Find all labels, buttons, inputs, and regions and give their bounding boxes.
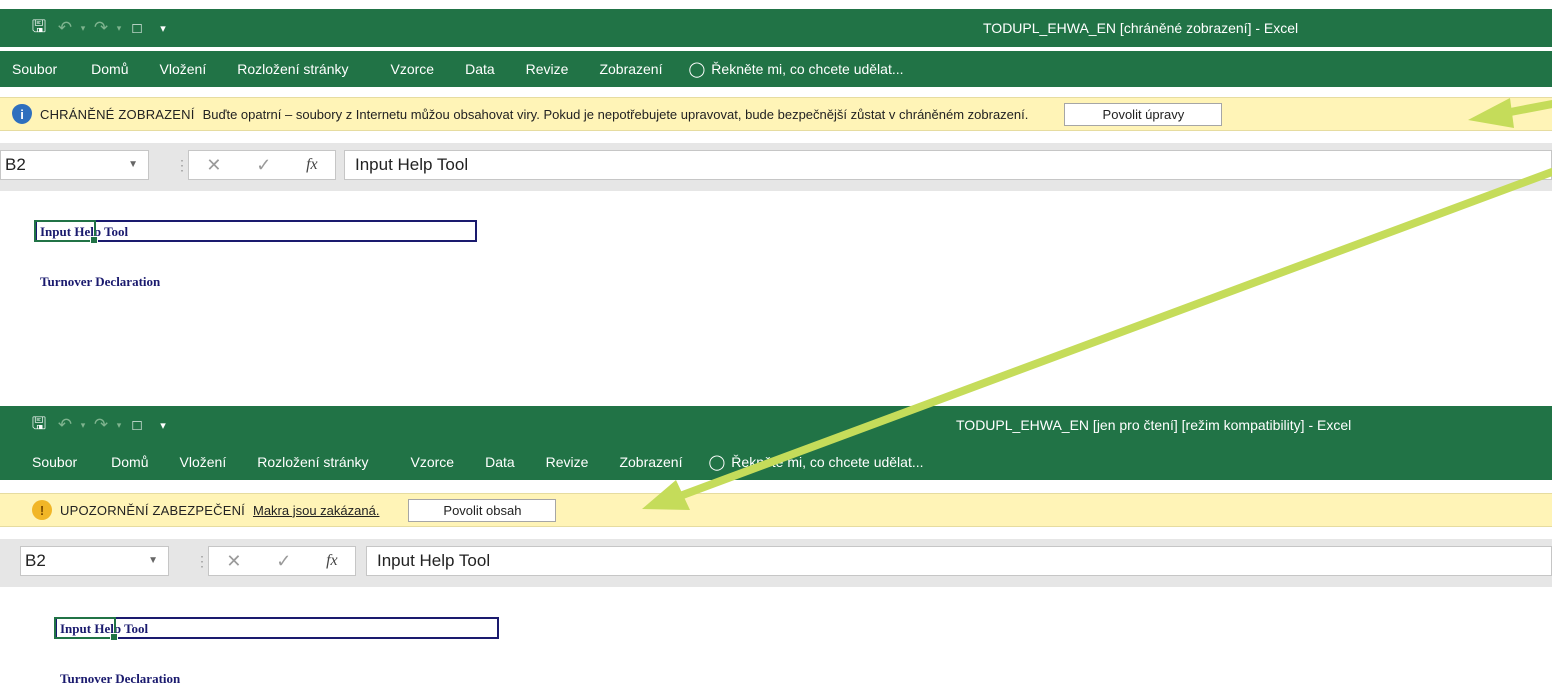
tab-file[interactable]: Soubor [12,61,57,77]
enable-content-button[interactable]: Povolit obsah [408,498,557,522]
tab-formulas[interactable]: Vzorce [411,454,455,470]
window-title: TODUPL_EHWA_EN [chráněné zobrazení] - Ex… [983,20,1299,36]
formula-bar: B2 ▼ ⋮ ✕ ✓ fx Input Help Tool [0,143,1552,191]
chevron-down-icon[interactable]: ▼ [128,151,138,179]
window-title: TODUPL_EHWA_EN [jen pro čtení] [režim ko… [956,417,1352,433]
tab-review[interactable]: Revize [526,61,569,77]
fill-handle[interactable] [110,633,118,641]
dropdown-arrow-icon[interactable]: ▾ [78,15,88,41]
splitter-dots-icon[interactable]: ⋮ [175,150,189,180]
tell-me-label: Řekněte mi, co chcete udělat... [731,454,924,470]
message-bar-text: Buďte opatrní – soubory z Internetu můžo… [202,106,1029,122]
lightbulb-icon: ◯ [688,61,706,78]
message-bar-title: UPOZORNĚNÍ ZABEZPEČENÍ [60,502,245,518]
excel-screen-protected-view: 🖫 ↶ ▾ ↷ ▾ □ ▾ TODUPL_EHWA_EN [chráněné z… [0,0,1552,300]
protected-view-message-bar: i CHRÁNĚNÉ ZOBRAZENÍ Buďte opatrní – sou… [0,97,1552,131]
tab-file[interactable]: Soubor [32,454,77,470]
formula-bar: B2 ▼ ⋮ ✕ ✓ fx Input Help Tool [0,539,1552,587]
tab-data[interactable]: Data [465,61,495,77]
excel-screen-security-warning: 🖫 ↶ ▾ ↷ ▾ □ ▾ TODUPL_EHWA_EN [jen pro čt… [0,390,1552,687]
lightbulb-icon: ◯ [708,454,726,471]
tab-insert[interactable]: Vložení [160,61,207,77]
sheet-subtitle: Turnover Declaration [40,274,161,289]
title-bar: 🖫 ↶ ▾ ↷ ▾ □ ▾ TODUPL_EHWA_EN [chráněné z… [0,9,1552,47]
fill-handle[interactable] [90,236,98,244]
tab-view[interactable]: Zobrazení [619,454,682,470]
warning-icon: ! [32,500,52,520]
new-document-icon[interactable]: □ [124,412,150,438]
new-document-icon[interactable]: □ [124,15,150,41]
save-icon[interactable]: 🖫 [26,15,52,41]
tab-page-layout[interactable]: Rozložení stránky [237,61,348,77]
enter-check-icon[interactable]: ✓ [256,155,271,176]
sheet-subtitle: Turnover Declaration [60,671,181,686]
shield-info-icon: i [12,104,32,124]
name-box-value: B2 [25,551,46,570]
ribbon-tabs: Soubor Domů Vložení Rozložení stránky Vz… [0,444,1552,480]
cancel-icon[interactable]: ✕ [226,551,241,572]
tab-insert[interactable]: Vložení [180,454,227,470]
tab-review[interactable]: Revize [546,454,589,470]
formula-input[interactable]: Input Help Tool [344,150,1552,180]
name-box[interactable]: B2 ▼ [0,150,149,180]
enable-editing-button[interactable]: Povolit úpravy [1064,102,1223,126]
save-icon[interactable]: 🖫 [26,412,52,438]
chevron-down-icon[interactable]: ▼ [148,547,158,575]
dropdown-arrow-icon[interactable]: ▾ [78,412,88,438]
quick-access-toolbar: 🖫 ↶ ▾ ↷ ▾ □ ▾ [26,9,176,47]
security-warning-message-bar: ! UPOZORNĚNÍ ZABEZPEČENÍ Makra jsou zaká… [0,493,1552,527]
tell-me-search[interactable]: ◯ Řekněte mi, co chcete udělat... [709,453,924,471]
macros-disabled-link[interactable]: Makra jsou zakázaná. [253,503,379,518]
formula-buttons: ✕ ✓ fx [208,546,356,576]
tell-me-label: Řekněte mi, co chcete udělat... [711,61,904,77]
cancel-icon[interactable]: ✕ [206,155,221,176]
selected-cell-b2[interactable] [34,220,98,244]
ribbon-tabs: Soubor Domů Vložení Rozložení stránky Vz… [0,51,1552,87]
title-bar: 🖫 ↶ ▾ ↷ ▾ □ ▾ TODUPL_EHWA_EN [jen pro čt… [0,406,1552,444]
tab-home[interactable]: Domů [111,454,148,470]
tab-view[interactable]: Zobrazení [599,61,662,77]
undo-icon[interactable]: ↶ [52,412,78,438]
tab-home[interactable]: Domů [91,61,128,77]
formula-buttons: ✕ ✓ fx [188,150,336,180]
splitter-dots-icon[interactable]: ⋮ [195,546,209,576]
formula-input[interactable]: Input Help Tool [366,546,1552,576]
tab-formulas[interactable]: Vzorce [391,61,435,77]
insert-function-icon[interactable]: fx [326,552,338,570]
undo-icon[interactable]: ↶ [52,15,78,41]
tab-page-layout[interactable]: Rozložení stránky [257,454,368,470]
tell-me-search[interactable]: ◯ Řekněte mi, co chcete udělat... [689,60,904,78]
customize-qat-icon[interactable]: ▾ [150,412,176,438]
customize-qat-icon[interactable]: ▾ [150,15,176,41]
tab-data[interactable]: Data [485,454,515,470]
redo-icon[interactable]: ↷ [88,15,114,41]
redo-icon[interactable]: ↷ [88,412,114,438]
insert-function-icon[interactable]: fx [306,156,318,174]
dropdown-arrow-icon[interactable]: ▾ [114,15,124,41]
dropdown-arrow-icon[interactable]: ▾ [114,412,124,438]
quick-access-toolbar: 🖫 ↶ ▾ ↷ ▾ □ ▾ [26,406,176,444]
name-box-value: B2 [5,155,26,174]
name-box[interactable]: B2 ▼ [20,546,169,576]
enter-check-icon[interactable]: ✓ [276,551,291,572]
selected-cell-b2[interactable] [54,617,118,641]
message-bar-title: CHRÁNĚNÉ ZOBRAZENÍ [40,106,195,122]
